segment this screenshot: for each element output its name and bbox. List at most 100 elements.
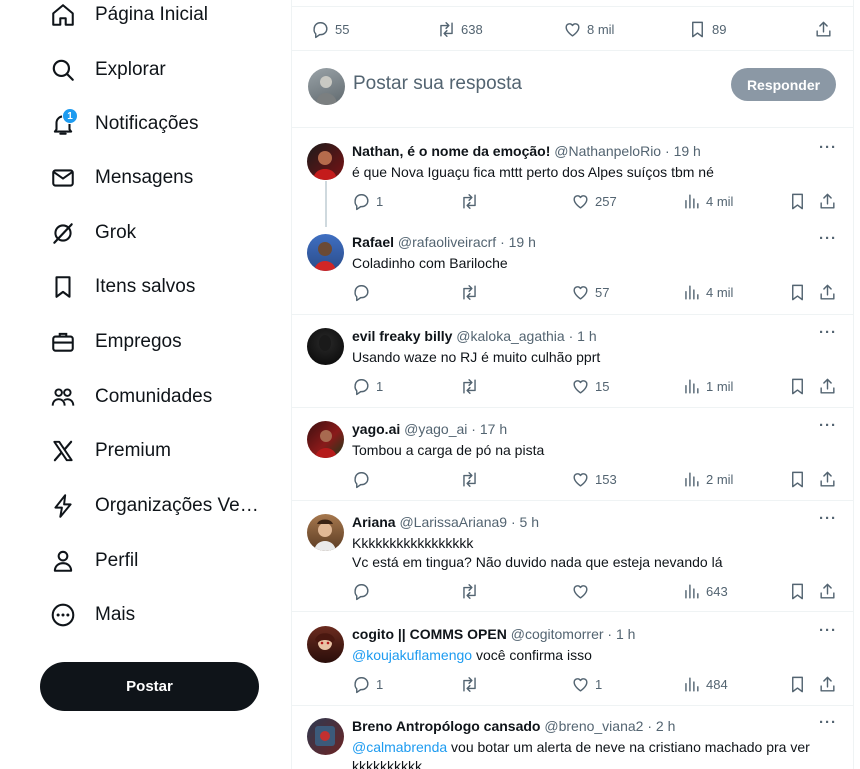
heart-icon: [573, 473, 588, 487]
sidebar-item-explore[interactable]: Explorar: [48, 50, 166, 90]
bookmark-button[interactable]: [788, 470, 807, 489]
reply-stat[interactable]: 1: [352, 377, 383, 396]
bookmark-stat[interactable]: 89: [688, 20, 726, 39]
share-button[interactable]: [818, 675, 837, 694]
more-options-icon[interactable]: ···: [819, 324, 837, 341]
share-button[interactable]: [818, 377, 837, 396]
tweet-header: yago.ai @yago_ai · 17 h: [352, 421, 508, 437]
sidebar-item-home[interactable]: Página Inicial: [48, 0, 208, 35]
views-stat[interactable]: 643: [682, 582, 728, 601]
user-handle[interactable]: @rafaoliveiracrf: [398, 234, 496, 250]
user-name[interactable]: cogito || COMMS OPEN: [352, 626, 507, 642]
sidebar-item-notifications[interactable]: 1 Notificações: [48, 104, 199, 144]
user-name[interactable]: Breno Antropólogo cansado: [352, 718, 540, 734]
bookmark-button[interactable]: [788, 675, 807, 694]
bookmark-button[interactable]: [788, 377, 807, 396]
sidebar-item-profile[interactable]: Perfil: [48, 541, 138, 581]
user-handle[interactable]: @yago_ai: [404, 421, 467, 437]
mail-icon: [48, 163, 78, 193]
bookmark-icon: [792, 284, 803, 301]
like-stat[interactable]: 1: [571, 675, 602, 694]
repost-stat[interactable]: [460, 192, 484, 211]
reply-stat[interactable]: 1: [352, 675, 383, 694]
user-name[interactable]: evil freaky billy: [352, 328, 452, 344]
tweet-time[interactable]: 2 h: [656, 718, 675, 734]
views-stat[interactable]: 4 mil: [682, 283, 733, 302]
reply-input[interactable]: Postar sua resposta: [353, 73, 522, 95]
more-options-icon[interactable]: ···: [819, 714, 837, 731]
notification-badge: 1: [62, 108, 78, 124]
share-button[interactable]: [818, 192, 837, 211]
user-handle[interactable]: @cogitomorrer: [511, 626, 604, 642]
reply-stat[interactable]: [352, 582, 376, 601]
user-handle[interactable]: @NathanpeloRio: [554, 143, 661, 159]
reply-button[interactable]: Responder: [731, 68, 836, 101]
share-button[interactable]: [818, 283, 837, 302]
sidebar-item-communities[interactable]: Comunidades: [48, 377, 212, 417]
composer-avatar: [308, 68, 345, 105]
repost-stat[interactable]: [460, 283, 484, 302]
bookmark-button[interactable]: [788, 283, 807, 302]
repost-stat[interactable]: [460, 582, 484, 601]
repost-stat[interactable]: [460, 377, 484, 396]
like-stat[interactable]: 57: [571, 283, 609, 302]
views-stat[interactable]: 4 mil: [682, 192, 733, 211]
bookmark-button[interactable]: [788, 192, 807, 211]
sidebar-item-jobs[interactable]: Empregos: [48, 322, 182, 362]
repost-stat[interactable]: [460, 675, 484, 694]
tweet-time[interactable]: 19 h: [674, 143, 701, 159]
like-stat[interactable]: 15: [571, 377, 609, 396]
user-avatar[interactable]: [307, 718, 344, 755]
user-avatar[interactable]: [307, 328, 344, 365]
reply-stat[interactable]: [352, 283, 376, 302]
tweet-time[interactable]: 19 h: [509, 234, 536, 250]
more-options-icon[interactable]: ···: [819, 139, 837, 156]
reply-stat[interactable]: 1: [352, 192, 383, 211]
user-avatar[interactable]: [307, 514, 344, 551]
user-name[interactable]: Ariana: [352, 514, 396, 530]
more-options-icon[interactable]: ···: [819, 510, 837, 527]
sidebar-item-bookmarks[interactable]: Itens salvos: [48, 267, 195, 307]
user-avatar[interactable]: [307, 421, 344, 458]
mention-link[interactable]: @koujakuflamengo: [352, 647, 472, 663]
sidebar-item-messages[interactable]: Mensagens: [48, 158, 193, 198]
bookmark-button[interactable]: [788, 582, 807, 601]
user-avatar[interactable]: [307, 143, 344, 180]
share-button[interactable]: [814, 20, 833, 39]
user-handle[interactable]: @LarissaAriana9: [399, 514, 507, 530]
user-name[interactable]: yago.ai: [352, 421, 400, 437]
repost-stat[interactable]: 638: [437, 20, 483, 39]
repost-stat[interactable]: [460, 470, 484, 489]
sidebar-item-grok[interactable]: Grok: [48, 213, 136, 253]
share-button[interactable]: [818, 582, 837, 601]
views-stat[interactable]: 2 mil: [682, 470, 733, 489]
views-stat[interactable]: 1 mil: [682, 377, 733, 396]
like-stat[interactable]: 257: [571, 192, 617, 211]
mention-link[interactable]: @calmabrenda: [352, 739, 447, 755]
sidebar-item-premium[interactable]: Premium: [48, 431, 171, 471]
sidebar-item-more[interactable]: Mais: [48, 595, 135, 635]
user-name[interactable]: Nathan, é o nome da emoção!: [352, 143, 550, 159]
more-options-icon[interactable]: ···: [819, 417, 837, 434]
more-options-icon[interactable]: ···: [819, 230, 837, 247]
tweet-time[interactable]: 1 h: [577, 328, 596, 344]
post-button[interactable]: Postar: [40, 662, 259, 711]
user-avatar[interactable]: [307, 626, 344, 663]
more-options-icon[interactable]: ···: [819, 622, 837, 639]
user-handle[interactable]: @kaloka_agathia: [456, 328, 564, 344]
sidebar-item-verified-orgs[interactable]: Organizações Ve…: [48, 486, 259, 526]
tweet-time[interactable]: 5 h: [520, 514, 539, 530]
like-stat[interactable]: 8 mil: [563, 20, 614, 39]
user-handle[interactable]: @breno_viana2: [544, 718, 643, 734]
like-stat[interactable]: 153: [571, 470, 617, 489]
reply-stat[interactable]: 55: [311, 20, 349, 39]
like-stat[interactable]: [571, 582, 595, 601]
views-stat[interactable]: 484: [682, 675, 728, 694]
share-button[interactable]: [818, 470, 837, 489]
reply-icon: [354, 194, 369, 211]
user-avatar[interactable]: [307, 234, 344, 271]
tweet-time[interactable]: 1 h: [616, 626, 635, 642]
reply-stat[interactable]: [352, 470, 376, 489]
user-name[interactable]: Rafael: [352, 234, 394, 250]
tweet-time[interactable]: 17 h: [480, 421, 507, 437]
